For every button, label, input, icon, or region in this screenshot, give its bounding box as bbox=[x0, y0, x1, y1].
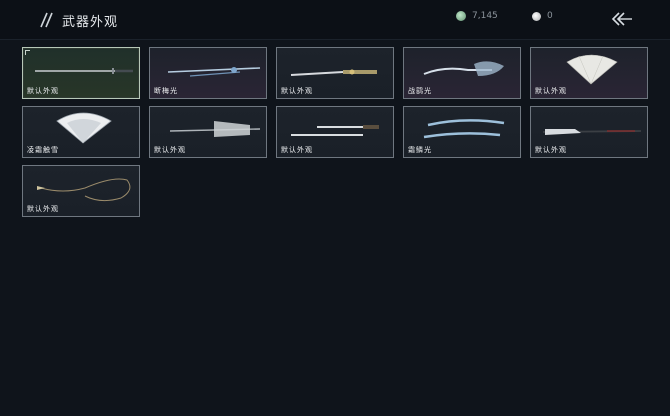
page-title: 武器外观 bbox=[62, 15, 119, 30]
weapon-card-1[interactable]: 默认外观 bbox=[22, 47, 140, 99]
long-sword-icon bbox=[35, 68, 133, 74]
top-bar: 武器外观 7,145 0 bbox=[0, 0, 670, 40]
folding-fan-icon bbox=[566, 54, 618, 85]
weapon-card-3[interactable]: 默认外观 bbox=[276, 47, 394, 99]
double-slash-icon bbox=[40, 12, 53, 28]
long-glaive-icon bbox=[542, 129, 642, 135]
weapon-label: 战鹞光 bbox=[408, 87, 432, 95]
weapon-label: 断梅光 bbox=[154, 87, 178, 95]
back-arrow-icon[interactable] bbox=[611, 10, 633, 28]
weapon-label: 默认外观 bbox=[154, 146, 186, 154]
pearl-icon bbox=[532, 11, 541, 21]
pearl-currency: 0 bbox=[532, 11, 553, 21]
pearl-amount: 0 bbox=[547, 11, 553, 21]
weapon-card-5[interactable]: 默认外观 bbox=[530, 47, 648, 99]
weapon-label: 默认外观 bbox=[281, 87, 313, 95]
winged-blade-icon bbox=[423, 61, 504, 76]
weapon-card-6[interactable]: 凌霜触雪 bbox=[22, 106, 140, 158]
jade-currency: 7,145 bbox=[456, 11, 498, 21]
rope-dart-icon bbox=[37, 178, 131, 202]
weapon-label: 默认外观 bbox=[535, 146, 567, 154]
twin-curved-blades-icon bbox=[423, 119, 505, 139]
weapon-card-7[interactable]: 默认外观 bbox=[149, 106, 267, 158]
weapon-label: 默认外观 bbox=[535, 87, 567, 95]
jade-amount: 7,145 bbox=[472, 11, 498, 21]
jade-coin-icon bbox=[456, 11, 466, 21]
gold-blade-icon bbox=[290, 69, 377, 76]
weapon-label: 霜鳞光 bbox=[408, 146, 432, 154]
weapon-label: 默认外观 bbox=[27, 87, 59, 95]
weapon-label: 默认外观 bbox=[281, 146, 313, 154]
weapon-label: 默认外观 bbox=[27, 205, 59, 213]
white-fan-icon bbox=[56, 112, 112, 144]
weapon-card-11[interactable]: 默认外观 bbox=[22, 165, 140, 217]
weapon-card-2[interactable]: 断梅光 bbox=[149, 47, 267, 99]
twin-blades-icon bbox=[291, 125, 379, 136]
weapon-card-10[interactable]: 默认外观 bbox=[530, 106, 648, 158]
umbrella-spear-icon bbox=[169, 121, 261, 137]
weapon-card-9[interactable]: 霜鳞光 bbox=[403, 106, 521, 158]
weapon-label: 凌霜触雪 bbox=[27, 146, 59, 154]
weapon-card-4[interactable]: 战鹞光 bbox=[403, 47, 521, 99]
weapon-card-8[interactable]: 默认外观 bbox=[276, 106, 394, 158]
blue-rapier-icon bbox=[167, 67, 261, 77]
